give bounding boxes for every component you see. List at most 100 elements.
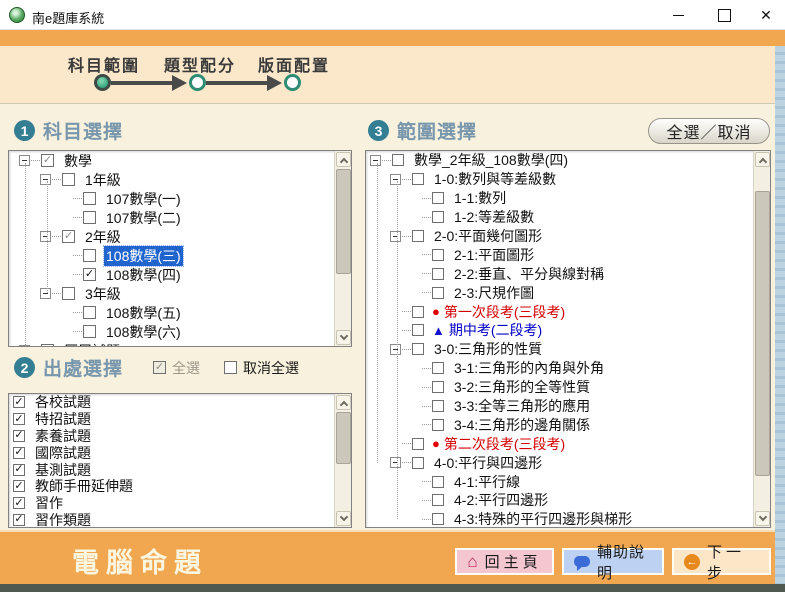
checkbox[interactable]: [41, 344, 54, 346]
checkbox[interactable]: [62, 230, 75, 243]
select-all-checkbox-group[interactable]: 全選: [153, 358, 200, 378]
scroll-up-button[interactable]: [336, 395, 351, 410]
tree-item[interactable]: 1年級: [9, 170, 334, 189]
checkbox[interactable]: [83, 306, 96, 319]
checkbox[interactable]: [432, 267, 444, 280]
select-all-checkbox[interactable]: [153, 361, 167, 374]
tree-item[interactable]: 108數學(四): [9, 265, 334, 284]
checkbox[interactable]: [432, 400, 444, 413]
checkbox[interactable]: [83, 249, 96, 262]
checkbox[interactable]: [412, 305, 424, 318]
tree-item[interactable]: 3-1:三角形的內角與外角: [366, 359, 753, 378]
deselect-all-checkbox[interactable]: [224, 361, 238, 374]
expander-icon[interactable]: [40, 288, 51, 299]
checkbox[interactable]: [13, 513, 25, 526]
expander-icon[interactable]: [390, 343, 401, 355]
tree-item[interactable]: 3-3:全等三角形的應用: [366, 397, 753, 416]
source-list-scrollbar[interactable]: [334, 394, 351, 527]
checkbox[interactable]: [13, 480, 25, 493]
tree-item[interactable]: 3-0:三角形的性質: [366, 340, 753, 359]
step-circle[interactable]: [189, 74, 206, 91]
scroll-thumb[interactable]: [336, 169, 351, 274]
tree-item[interactable]: 數學_2年級_108數學(四): [366, 151, 753, 170]
checkbox[interactable]: [432, 248, 444, 261]
tree-item[interactable]: 2年級: [9, 227, 334, 246]
tree-item[interactable]: 2-2:垂直、平分與線對稱: [366, 264, 753, 283]
checkbox[interactable]: [41, 154, 54, 167]
subject-tree-scrollbar[interactable]: [334, 151, 351, 346]
tree-item[interactable]: 數學: [9, 151, 334, 170]
range-tree-scrollbar[interactable]: [753, 151, 770, 527]
checkbox[interactable]: [432, 381, 444, 394]
deselect-all-checkbox-group[interactable]: 取消全選: [224, 358, 299, 378]
checkbox[interactable]: [412, 343, 424, 356]
checkbox[interactable]: [13, 429, 25, 442]
checkbox[interactable]: [13, 463, 25, 476]
tree-item[interactable]: 4-1:平行線: [366, 472, 753, 491]
checkbox[interactable]: [412, 173, 424, 186]
checkbox[interactable]: [432, 362, 444, 375]
tree-item[interactable]: 107數學(一): [9, 189, 334, 208]
maximize-button[interactable]: [707, 0, 741, 30]
tree-item[interactable]: ● 第一次段考(三段考): [366, 302, 753, 321]
step-page-layout[interactable]: 版面配置: [258, 52, 330, 76]
tree-item[interactable]: 3-2:三角形的全等性質: [366, 378, 753, 397]
checkbox[interactable]: [13, 497, 25, 510]
checkbox[interactable]: [412, 230, 424, 242]
step-circle[interactable]: [284, 74, 301, 91]
checkbox[interactable]: [13, 396, 25, 409]
tree-item[interactable]: 1-1:數列: [366, 189, 753, 208]
tree-item[interactable]: 3年級: [9, 284, 334, 303]
tree-item[interactable]: 108數學(三): [9, 244, 334, 267]
checkbox[interactable]: [432, 286, 444, 299]
checkbox[interactable]: [83, 325, 96, 338]
tree-item[interactable]: 4-2:平行四邊形: [366, 491, 753, 510]
checkbox[interactable]: [13, 413, 25, 426]
checkbox[interactable]: [83, 268, 96, 281]
next-step-button[interactable]: ← 下一步: [672, 544, 771, 582]
home-button[interactable]: ⌂ 回主頁: [455, 548, 554, 575]
select-all-toggle-button[interactable]: 全選／取消: [648, 118, 770, 144]
tree-item[interactable]: 2-1:平面圖形: [366, 245, 753, 264]
step-subject-range[interactable]: 科目範圍: [68, 52, 140, 76]
scroll-down-button[interactable]: [336, 511, 351, 526]
tree-item[interactable]: 4-3:特殊的平行四邊形與梯形: [366, 510, 753, 527]
scroll-up-button[interactable]: [755, 152, 770, 167]
checkbox[interactable]: [62, 287, 75, 300]
tree-item[interactable]: 2-0:平面幾何圖形: [366, 227, 753, 246]
tree-item[interactable]: ● 第二次段考(三段考): [366, 434, 753, 453]
checkbox[interactable]: [13, 446, 25, 459]
checkbox[interactable]: [432, 513, 444, 526]
scroll-thumb[interactable]: [755, 191, 770, 476]
checkbox[interactable]: [83, 192, 96, 205]
checkbox[interactable]: [62, 173, 75, 186]
expander-icon[interactable]: [40, 231, 51, 242]
tree-item[interactable]: 歷屆試題: [9, 341, 334, 346]
tree-item[interactable]: 1-2:等差級數: [366, 208, 753, 227]
checkbox[interactable]: [432, 418, 444, 431]
help-button[interactable]: 輔助說明: [562, 544, 664, 582]
expander-icon[interactable]: [390, 173, 401, 185]
expander-icon[interactable]: [390, 230, 401, 242]
close-button[interactable]: ✕: [749, 0, 783, 30]
tree-item[interactable]: 108數學(五): [9, 303, 334, 322]
tree-item[interactable]: 1-0:數列與等差級數: [366, 170, 753, 189]
tree-item[interactable]: 3-4:三角形的邊角關係: [366, 415, 753, 434]
expander-icon[interactable]: [370, 154, 381, 166]
minimize-button[interactable]: [661, 0, 695, 30]
checkbox[interactable]: [392, 154, 404, 167]
tree-item[interactable]: ▲ 期中考(二段考): [366, 321, 753, 340]
list-item[interactable]: 習作類題: [9, 512, 334, 527]
scroll-down-button[interactable]: [755, 511, 770, 526]
scroll-down-button[interactable]: [336, 330, 351, 345]
expander-icon[interactable]: [390, 457, 401, 469]
checkbox[interactable]: [432, 475, 444, 488]
tree-item[interactable]: 107數學(二): [9, 208, 334, 227]
checkbox[interactable]: [432, 211, 444, 224]
step-question-allocation[interactable]: 題型配分: [164, 52, 236, 76]
checkbox[interactable]: [412, 456, 424, 469]
tree-item[interactable]: 108數學(六): [9, 322, 334, 341]
scroll-up-button[interactable]: [336, 152, 351, 167]
expander-icon[interactable]: [40, 174, 51, 185]
checkbox[interactable]: [412, 437, 424, 450]
